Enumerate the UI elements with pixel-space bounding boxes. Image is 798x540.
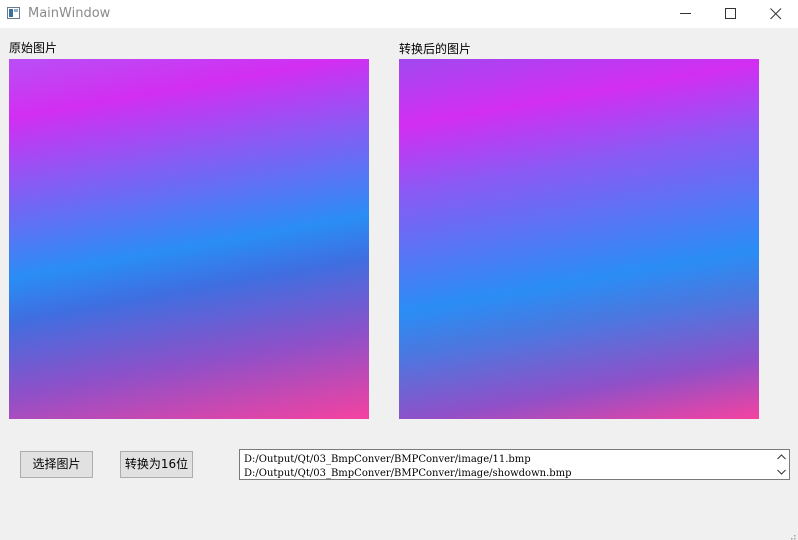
log-line: D:/Output/Qt/03_BmpConver/BMPConver/imag… <box>244 468 572 479</box>
minimize-button[interactable] <box>663 0 709 28</box>
scroll-up-button[interactable] <box>774 451 788 463</box>
log-text-area[interactable]: D:/Output/Qt/03_BmpConver/BMPConver/imag… <box>239 449 790 480</box>
original-image-label: 原始图片 <box>9 41 58 55</box>
chevron-up-icon <box>777 454 786 460</box>
window-title: MainWindow <box>28 6 111 21</box>
app-window-icon <box>7 7 20 19</box>
maximize-button[interactable] <box>708 0 754 28</box>
scroll-down-button[interactable] <box>774 466 788 478</box>
close-button[interactable] <box>753 0 798 28</box>
title-bar[interactable]: MainWindow <box>0 0 798 28</box>
size-grip-icon[interactable] <box>786 528 796 540</box>
convert-16bit-button[interactable]: 转换为16位 <box>120 451 193 478</box>
chevron-down-icon <box>777 469 786 475</box>
converted-image-view <box>399 59 759 419</box>
log-line: D:/Output/Qt/03_BmpConver/BMPConver/imag… <box>244 454 531 465</box>
maximize-icon <box>725 8 736 19</box>
minimize-icon <box>680 13 691 14</box>
main-window: MainWindow 原始图片 转换后的图片 选择图片 转换为16位 D:/Ou… <box>0 0 798 540</box>
select-image-button[interactable]: 选择图片 <box>20 451 93 478</box>
converted-image-label: 转换后的图片 <box>399 42 472 56</box>
close-icon <box>770 8 782 20</box>
original-image-view <box>9 59 369 419</box>
